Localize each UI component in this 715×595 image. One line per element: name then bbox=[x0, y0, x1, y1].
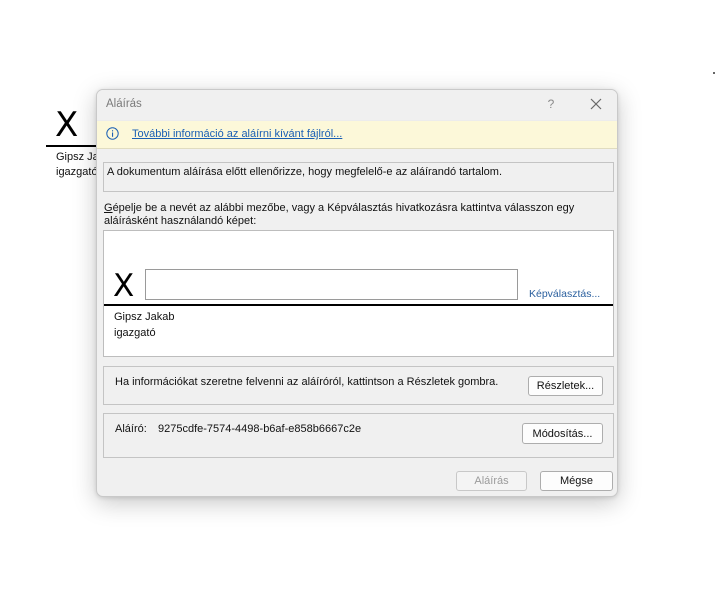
signer-details-panel: Ha információkat szeretne felvenni az al… bbox=[103, 366, 614, 405]
signature-instruction: Gépelje be a nevét az alábbi mezőbe, vag… bbox=[104, 202, 609, 228]
info-circle-icon bbox=[106, 127, 119, 140]
details-button[interactable]: Részletek... bbox=[528, 376, 603, 396]
info-bar: További információ az aláírni kívánt fáj… bbox=[97, 120, 617, 149]
content-check-panel: A dokumentum aláírása előtt ellenőrizze,… bbox=[103, 162, 614, 192]
cancel-button[interactable]: Mégse bbox=[540, 471, 613, 491]
signer-label: Aláíró: bbox=[115, 423, 147, 435]
signature-area: X Képválasztás... Gipsz Jakab igazgató bbox=[103, 230, 614, 357]
background-signer-name: Gipsz Ja bbox=[56, 151, 99, 163]
signature-name-input[interactable] bbox=[145, 269, 518, 300]
close-button[interactable] bbox=[587, 95, 605, 113]
modify-button[interactable]: Módosítás... bbox=[522, 423, 603, 444]
background-signature-x: X bbox=[55, 105, 79, 145]
signer-name: Gipsz Jakab bbox=[114, 311, 175, 323]
signature-dialog: Aláírás ? További információ az aláírni … bbox=[96, 89, 618, 497]
sign-button[interactable]: Aláírás bbox=[456, 471, 527, 491]
instruction-text: épelje be a nevét az alábbi mezőbe, vagy… bbox=[104, 202, 575, 227]
signature-line bbox=[104, 304, 613, 306]
select-image-link[interactable]: Képválasztás... bbox=[529, 288, 600, 300]
more-info-link[interactable]: További információ az aláírni kívánt fáj… bbox=[132, 128, 342, 140]
background-signer-title: igazgató bbox=[56, 166, 98, 178]
close-icon bbox=[590, 98, 602, 110]
details-text: Ha információkat szeretne felvenni az al… bbox=[115, 376, 499, 388]
signer-title: igazgató bbox=[114, 327, 156, 339]
help-button[interactable]: ? bbox=[544, 96, 558, 112]
signer-panel: Aláíró: 9275cdfe-7574-4498-b6af-e858b666… bbox=[103, 413, 614, 458]
content-check-text: A dokumentum aláírása előtt ellenőrizze,… bbox=[107, 166, 502, 178]
dialog-title: Aláírás bbox=[106, 98, 142, 110]
instruction-accesskey: G bbox=[104, 202, 113, 214]
signer-id: 9275cdfe-7574-4498-b6af-e858b6667c2e bbox=[158, 423, 362, 435]
signature-x-mark: X bbox=[113, 268, 135, 304]
dialog-titlebar[interactable]: Aláírás ? bbox=[97, 90, 617, 120]
